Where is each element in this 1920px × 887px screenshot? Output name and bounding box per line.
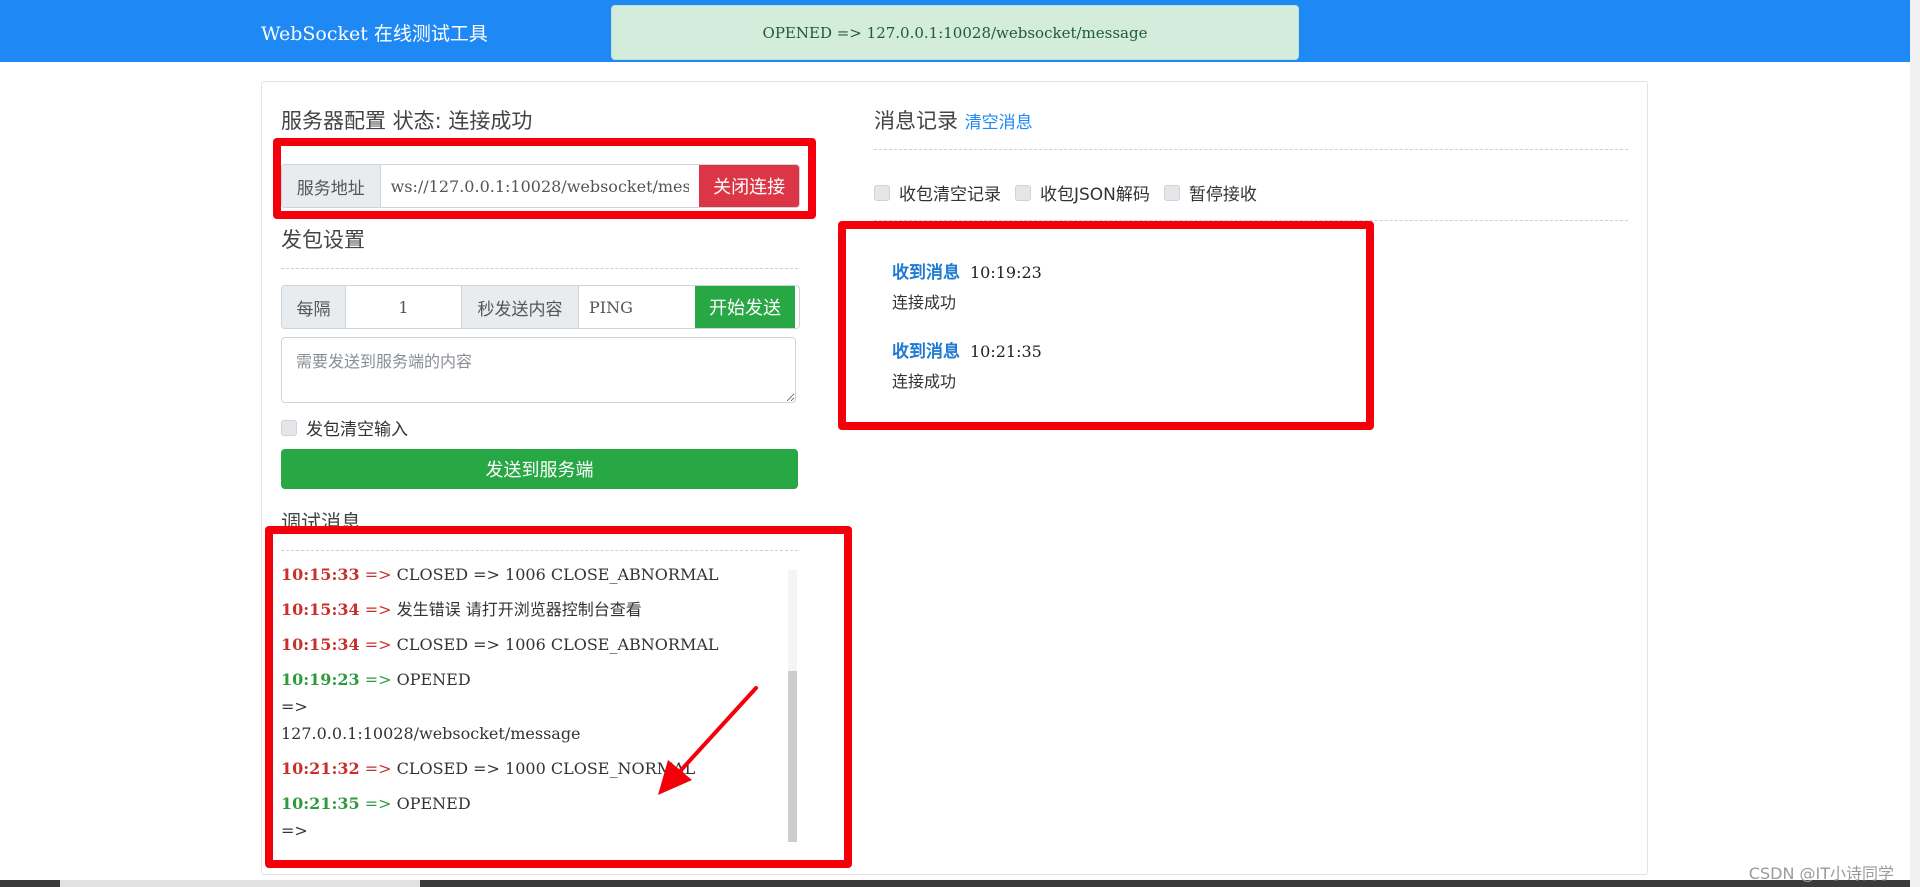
taskbar-strip — [0, 880, 1910, 887]
send-to-server-button[interactable]: 发送到服务端 — [281, 449, 798, 489]
page-scrollbar[interactable] — [1910, 0, 1920, 887]
clear-input-option[interactable]: 发包清空输入 — [281, 415, 408, 440]
interval-send-group: 每隔 秒发送内容 开始发送 — [281, 285, 800, 329]
message-options: 收包清空记录 收包JSON解码 暂停接收 — [874, 180, 1257, 205]
server-config-title: 服务器配置 状态: 连接成功 — [281, 109, 533, 133]
divider — [874, 149, 1628, 150]
clear-on-receive-label: 收包清空记录 — [899, 185, 1001, 205]
send-content-textarea[interactable] — [281, 337, 796, 403]
ping-content-input[interactable] — [579, 286, 695, 328]
red-arrow-annotation — [658, 686, 758, 795]
content-label: 秒发送内容 — [461, 286, 579, 328]
interval-input[interactable] — [346, 286, 461, 328]
highlight-box-server-address — [273, 138, 816, 219]
pause-receive-label: 暂停接收 — [1188, 185, 1257, 205]
highlight-box-messages — [838, 221, 1374, 430]
json-decode-label: 收包JSON解码 — [1040, 185, 1150, 205]
connection-status-banner: OPENED => 127.0.0.1:10028/websocket/mess… — [611, 5, 1299, 60]
brand-title: WebSocket 在线测试工具 — [261, 23, 488, 45]
divider — [281, 268, 798, 269]
clear-input-checkbox[interactable] — [281, 419, 297, 436]
clear-messages-link[interactable]: 清空消息 — [965, 113, 1033, 133]
send-settings-title: 发包设置 — [281, 228, 365, 252]
interval-label: 每隔 — [282, 286, 346, 328]
csdn-watermark: CSDN @IT小诗同学 — [1748, 864, 1894, 883]
taskbar-segment — [60, 880, 420, 887]
message-log-title: 消息记录 清空消息 — [874, 105, 1033, 135]
clear-input-label: 发包清空输入 — [306, 420, 408, 440]
top-navbar: WebSocket 在线测试工具 OPENED => 127.0.0.1:100… — [0, 0, 1910, 62]
start-sending-button[interactable]: 开始发送 — [695, 286, 795, 328]
clear-on-receive-checkbox[interactable] — [874, 184, 890, 201]
json-decode-checkbox[interactable] — [1015, 184, 1031, 201]
pause-receive-checkbox[interactable] — [1163, 184, 1180, 201]
message-log-title-text: 消息记录 — [874, 109, 958, 133]
